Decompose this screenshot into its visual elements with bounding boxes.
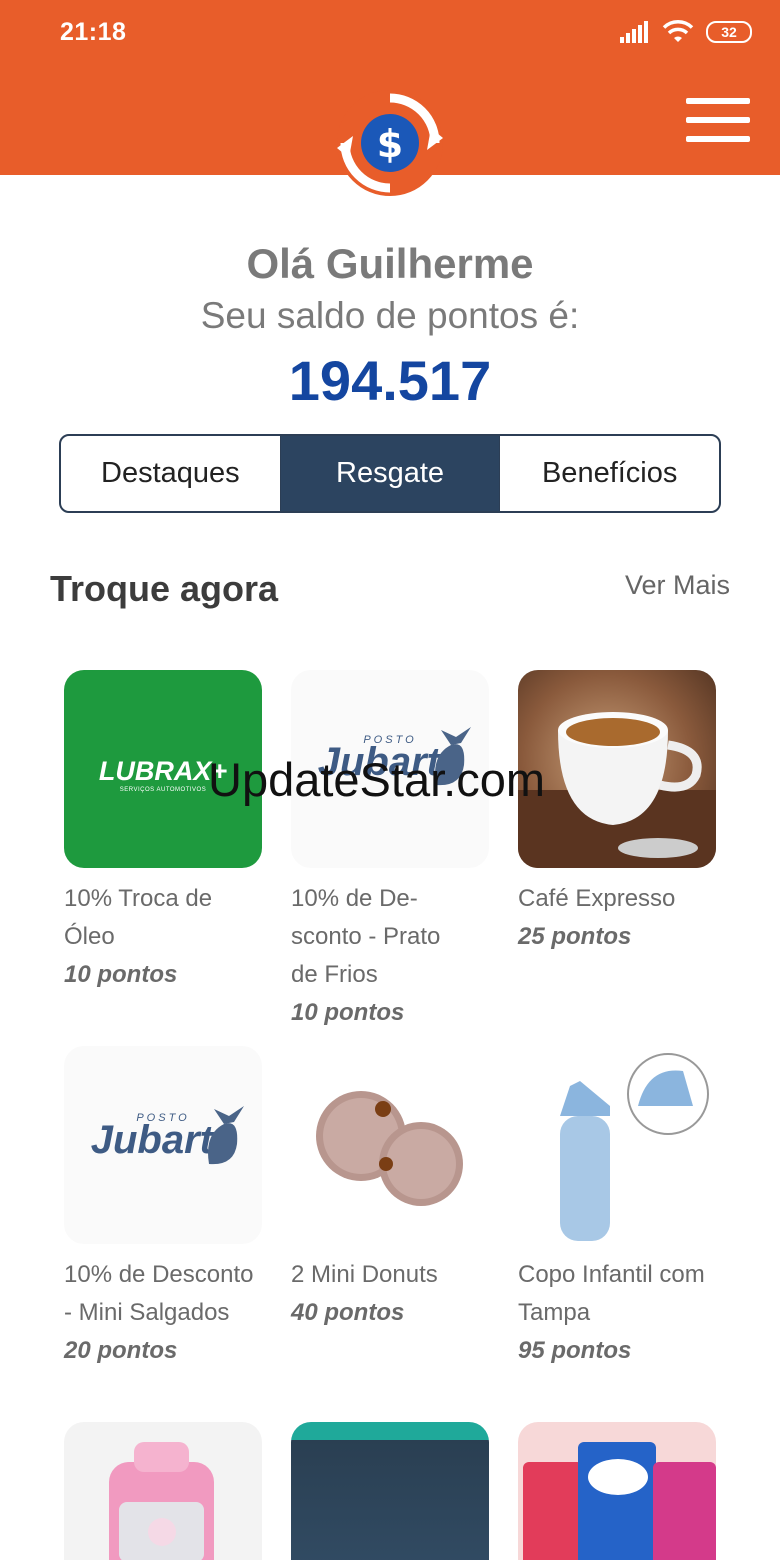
donuts-icon <box>316 1091 463 1206</box>
item-points: 25 pontos <box>518 923 632 950</box>
item-name: Café Expresso <box>518 885 676 912</box>
app-header: 21:18 32 $ <box>0 0 780 196</box>
lubrax-logo-text: LUBRAX+ <box>98 756 228 786</box>
jubarte-logo-image[interactable]: POSTO Jubarte <box>291 670 489 868</box>
see-more-link[interactable]: Ver Mais <box>625 570 730 601</box>
item-name: 10% Troca de Óleo <box>64 885 213 950</box>
candy-packs-icon <box>523 1442 716 1560</box>
coffee-cup-icon <box>518 712 716 868</box>
tab-resgate[interactable]: Resgate <box>279 436 500 511</box>
status-icons: 32 <box>620 20 752 44</box>
item-points: 95 pontos <box>518 1337 632 1364</box>
item-name: 10% de De-sconto - Prato de Frios <box>291 885 441 988</box>
app-logo-icon: $ <box>337 90 443 196</box>
reward-item[interactable] <box>64 1422 264 1560</box>
coffee-image[interactable] <box>518 670 716 868</box>
reward-item[interactable]: POSTO Jubarte 10% de De-sconto - Prato d… <box>291 670 491 1032</box>
sippy-cup-icon <box>560 1053 709 1241</box>
battery-indicator: 32 <box>706 21 752 43</box>
reward-item[interactable]: POSTO Jubarte 10% de Desconto - Mini Sal… <box>64 1046 264 1370</box>
item-points: 20 pontos <box>64 1337 178 1364</box>
wifi-icon <box>662 20 694 42</box>
tab-bar: Destaques Resgate Benefícios <box>59 434 721 513</box>
reward-item[interactable] <box>291 1422 491 1560</box>
item-name: 10% de Desconto - Mini Salgados <box>64 1261 254 1326</box>
reward-item[interactable]: LUBRAX+ SERVIÇOS AUTOMOTIVOS 10% Troca d… <box>64 670 264 994</box>
hamburger-menu-icon[interactable] <box>686 98 750 142</box>
kids-cup-image[interactable] <box>518 1046 716 1244</box>
pink-cup-icon <box>109 1442 214 1560</box>
balance-label: Seu saldo de pontos é: <box>200 295 580 336</box>
tab-destaques[interactable]: Destaques <box>61 436 280 511</box>
item-name: Copo Infantil com Tampa <box>518 1261 705 1326</box>
whale-icon <box>208 1106 244 1165</box>
greeting-text: Olá Guilherme <box>246 240 534 287</box>
reward-item[interactable]: Copo Infantil com Tampa 95 pontos <box>518 1046 718 1370</box>
jubarte-logo-image[interactable]: POSTO Jubarte <box>64 1046 262 1244</box>
donuts-image[interactable] <box>291 1046 489 1244</box>
svg-text:$: $ <box>377 122 403 166</box>
item-points: 40 pontos <box>291 1299 405 1326</box>
whale-icon <box>435 727 471 786</box>
pink-cup-image[interactable] <box>64 1422 262 1560</box>
lubrax-logo-image[interactable]: LUBRAX+ SERVIÇOS AUTOMOTIVOS <box>64 670 262 868</box>
points-balance: 194.517 <box>288 349 492 412</box>
section-title: Troque agora <box>50 568 279 609</box>
status-time: 21:18 <box>60 18 127 46</box>
item-points: 10 pontos <box>291 999 405 1026</box>
fabric-product-image[interactable] <box>291 1422 489 1560</box>
app-screen: 21:18 32 $ Olá Guilherme Seu saldo de po… <box>0 0 780 1560</box>
reward-item[interactable]: Café Expresso 25 pontos <box>518 670 718 956</box>
reward-item[interactable]: 2 Mini Donuts 40 pontos <box>291 1046 491 1332</box>
reward-item[interactable] <box>518 1422 718 1560</box>
candy-image[interactable] <box>518 1422 716 1560</box>
lubrax-logo-subtext: SERVIÇOS AUTOMOTIVOS <box>119 787 207 793</box>
item-points: 10 pontos <box>64 961 178 988</box>
item-name: 2 Mini Donuts <box>291 1261 438 1288</box>
signal-icon <box>620 21 648 43</box>
tab-beneficios[interactable]: Benefícios <box>499 436 719 511</box>
